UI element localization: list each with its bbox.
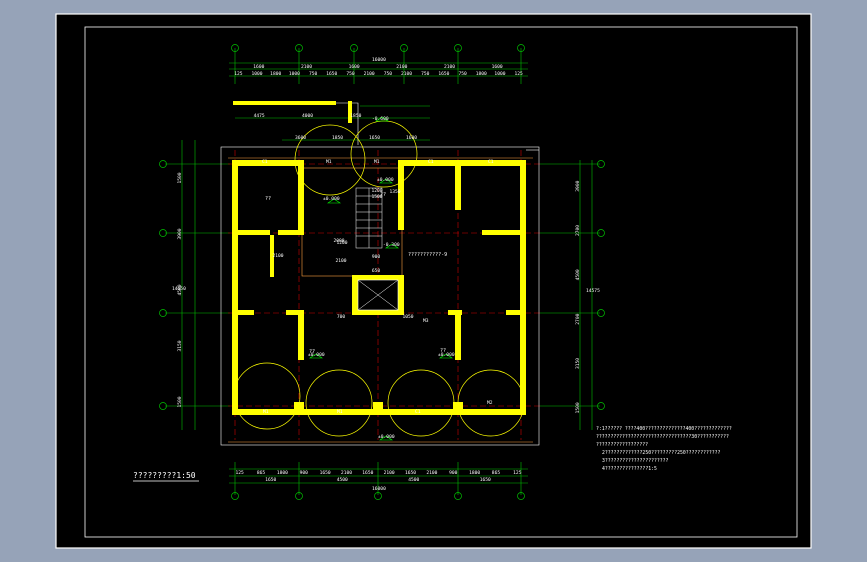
bottom-dim-a-8: 1650 bbox=[405, 470, 416, 476]
top-dim-c-9: 2100 bbox=[401, 71, 412, 77]
door-label-5: C1 bbox=[488, 159, 494, 165]
left-dim-1: 3900 bbox=[177, 228, 183, 239]
door-label-9: M2 bbox=[487, 400, 493, 406]
top-dim-c-14: 1000 bbox=[494, 71, 505, 77]
top-dim-a-5: 1600 bbox=[492, 64, 503, 70]
top-dim-c-15: 125 bbox=[515, 71, 524, 77]
note-line-1: ?:1?????? ????400??????????????400??????… bbox=[596, 426, 732, 432]
upper-dim-a-1: 4000 bbox=[302, 113, 313, 119]
top-dim-a-3: 2100 bbox=[396, 64, 407, 70]
right-dim-2: 4500 bbox=[575, 269, 581, 280]
level-2: ±0.000 bbox=[377, 177, 394, 183]
level-3: -0.300 bbox=[383, 242, 400, 248]
top-dim-c-7: 2100 bbox=[364, 71, 375, 77]
top-dim-a-4: 2100 bbox=[444, 64, 455, 70]
small-dim-9: 1200 bbox=[336, 240, 347, 246]
upper-dim-b-2: 1650 bbox=[369, 135, 380, 141]
top-dim-c-11: 1650 bbox=[438, 71, 449, 77]
upper-dim-b-0: 3600 bbox=[295, 135, 306, 141]
bottom-dim-a-6: 1650 bbox=[362, 470, 373, 476]
right-dim-4: 3150 bbox=[575, 358, 581, 369]
small-dim-6: 650 bbox=[372, 268, 381, 274]
top-dim-c-12: 750 bbox=[458, 71, 467, 77]
bottom-dim-a-2: 1800 bbox=[277, 470, 288, 476]
small-dim-10: 700 bbox=[337, 314, 346, 320]
note-line-2: ?????????????????????????????????30?????… bbox=[596, 434, 729, 440]
bottom-dim-b-3: 1650 bbox=[480, 477, 491, 483]
small-dim-8: 1350 bbox=[389, 189, 400, 195]
upper-dim-a-2: 1850 bbox=[350, 113, 361, 119]
room-label-4: ?? bbox=[380, 192, 386, 198]
drawing-frame-outer bbox=[55, 13, 812, 549]
bottom-dim-a-7: 2100 bbox=[384, 470, 395, 476]
scale-label: ?????????1:50 bbox=[133, 471, 196, 480]
bottom-dim-a-0: 125 bbox=[236, 470, 245, 476]
note-line-6: 4???????????????1:5 bbox=[602, 466, 657, 472]
door-label-6: M1 bbox=[263, 409, 269, 415]
top-dim-a-2: 1600 bbox=[349, 64, 360, 70]
note-line-5: 3?????????????????????? bbox=[602, 458, 669, 464]
left-dim-3: 3150 bbox=[177, 340, 183, 351]
left-total-dim: 14650 bbox=[172, 286, 186, 292]
note-line-4: 2?????????????250?????????250???????????… bbox=[602, 450, 721, 456]
top-dim-c-6: 750 bbox=[346, 71, 355, 77]
upper-dim-b-1: 1850 bbox=[332, 135, 343, 141]
bottom-dim-a-5: 2100 bbox=[341, 470, 352, 476]
door-label-4: C1 bbox=[428, 159, 434, 165]
top-dim-c-1: 1000 bbox=[251, 71, 262, 77]
note-line-3: ?????????????????? bbox=[596, 442, 648, 448]
door-label-1: C1 bbox=[262, 159, 268, 165]
door-label-10: M3 bbox=[423, 318, 429, 324]
door-label-2: M1 bbox=[326, 159, 332, 165]
door-label-3: M1 bbox=[374, 159, 380, 165]
right-dim-0: 3900 bbox=[575, 180, 581, 191]
upper-dim-a-0: 4475 bbox=[254, 113, 265, 119]
top-dim-a-0: 1600 bbox=[253, 64, 264, 70]
bottom-dim-a-9: 2100 bbox=[426, 470, 437, 476]
callout-text: ???????????-9 bbox=[408, 252, 447, 258]
top-dim-c-3: 1000 bbox=[289, 71, 300, 77]
top-dim-c-10: 750 bbox=[421, 71, 430, 77]
bottom-dim-a-11: 1800 bbox=[469, 470, 480, 476]
level-4: -0.600 bbox=[372, 116, 389, 122]
level-7: ±0.000 bbox=[378, 434, 395, 440]
top-dim-c-5: 1650 bbox=[326, 71, 337, 77]
door-label-7: M1 bbox=[337, 409, 343, 415]
level-6: ±0.000 bbox=[438, 352, 455, 358]
bottom-dim-a-13: 125 bbox=[513, 470, 522, 476]
small-dim-4: 2100 bbox=[335, 258, 346, 264]
top-dim-c-13: 1800 bbox=[476, 71, 487, 77]
right-dim-1: 2700 bbox=[575, 225, 581, 236]
bottom-dim-a-3: 900 bbox=[300, 470, 309, 476]
upper-dim-b-3: 1600 bbox=[406, 135, 417, 141]
room-label-1: ?? bbox=[265, 196, 271, 202]
bottom-dim-a-12: 865 bbox=[492, 470, 501, 476]
bottom-dim-a-4: 1650 bbox=[320, 470, 331, 476]
small-dim-5: 900 bbox=[372, 254, 381, 260]
level-1: ±0.000 bbox=[323, 196, 340, 202]
door-label-8: C1 bbox=[415, 409, 421, 415]
top-dim-c-0: 125 bbox=[234, 71, 243, 77]
top-dim-c-8: 750 bbox=[384, 71, 393, 77]
top-total-dim: 16000 bbox=[372, 57, 386, 63]
bottom-dim-a-1: 865 bbox=[257, 470, 266, 476]
bottom-dim-b-0: 1650 bbox=[265, 477, 276, 483]
bottom-dim-b-2: 4500 bbox=[408, 477, 419, 483]
bottom-total-dim: 16000 bbox=[372, 486, 386, 492]
left-dim-4: 1500 bbox=[177, 396, 183, 407]
small-dim-3: 2100 bbox=[272, 253, 283, 259]
bottom-dim-b-1: 4500 bbox=[337, 477, 348, 483]
bottom-dim-a-10: 900 bbox=[449, 470, 458, 476]
left-dim-0: 1500 bbox=[177, 172, 183, 183]
right-dim-3: 2700 bbox=[575, 313, 581, 324]
top-dim-a-1: 2100 bbox=[301, 64, 312, 70]
cad-floor-plan-drawing: 1600 2100 1600 2100 2100 1600125 1000 1800 1000 7… bbox=[55, 13, 812, 549]
right-total-dim: 14575 bbox=[586, 288, 600, 294]
top-dim-c-2: 1800 bbox=[270, 71, 281, 77]
top-dim-c-4: 750 bbox=[309, 71, 318, 77]
right-dim-5: 1500 bbox=[575, 402, 581, 413]
level-5: ±0.000 bbox=[308, 352, 325, 358]
small-dim-7: 1050 bbox=[402, 314, 413, 320]
